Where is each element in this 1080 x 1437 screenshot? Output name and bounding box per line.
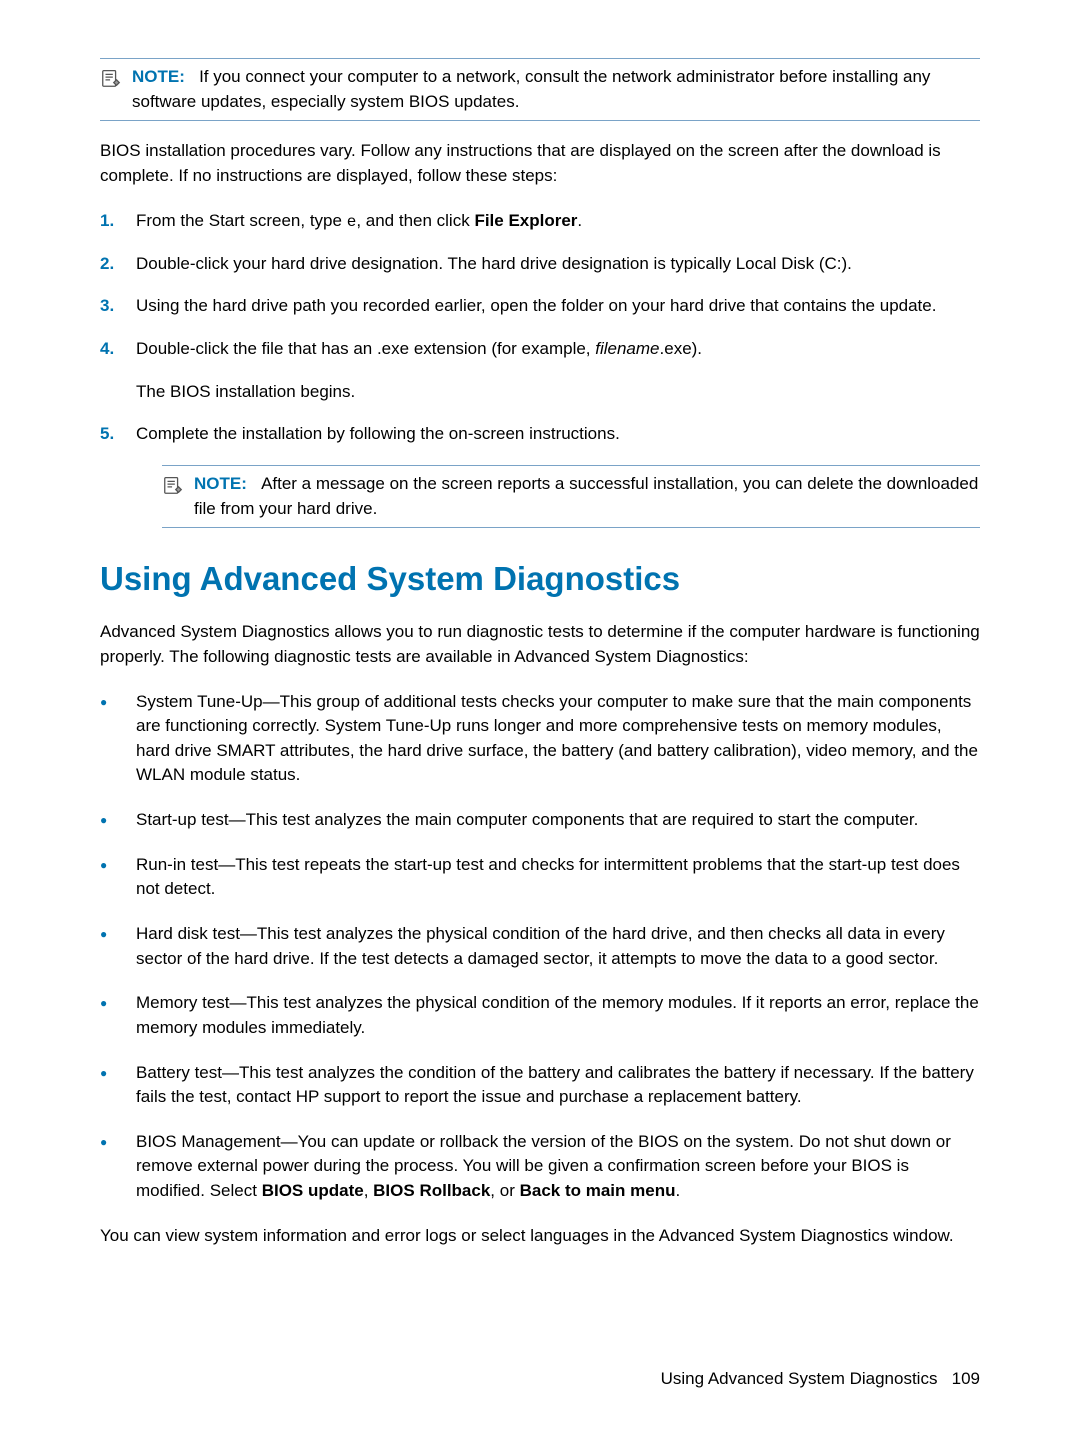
step-1: 1. From the Start screen, type e, and th… (100, 209, 980, 234)
step-number: 4. (100, 337, 118, 404)
section-intro: Advanced System Diagnostics allows you t… (100, 620, 980, 669)
note-icon (162, 472, 188, 521)
note-text: NOTE: After a message on the screen repo… (194, 472, 980, 521)
page-footer: Using Advanced System Diagnostics 109 (661, 1369, 980, 1389)
note-icon (100, 65, 126, 114)
step-text: Using the hard drive path you recorded e… (136, 294, 980, 319)
step-4: 4. Double-click the file that has an .ex… (100, 337, 980, 404)
steps-list: 1. From the Start screen, type e, and th… (100, 209, 980, 447)
note-body: After a message on the screen reports a … (194, 474, 978, 518)
step-3: 3. Using the hard drive path you recorde… (100, 294, 980, 319)
bullet-item: Run-in test—This test repeats the start-… (100, 853, 980, 902)
footer-title: Using Advanced System Diagnostics (661, 1369, 938, 1388)
step-number: 2. (100, 252, 118, 277)
bullet-item: Battery test—This test analyzes the cond… (100, 1061, 980, 1110)
note-label: NOTE: (194, 474, 247, 493)
note-body: If you connect your computer to a networ… (132, 67, 930, 111)
bullet-item: Memory test—This test analyzes the physi… (100, 991, 980, 1040)
bullet-item: Hard disk test—This test analyzes the ph… (100, 922, 980, 971)
bullet-list: System Tune-Up—This group of additional … (100, 690, 980, 1204)
page: NOTE: If you connect your computer to a … (0, 0, 1080, 1437)
note-box-2: NOTE: After a message on the screen repo… (162, 465, 980, 528)
step-sub: The BIOS installation begins. (136, 380, 980, 405)
bullet-item: Start-up test—This test analyzes the mai… (100, 808, 980, 833)
note-box-1: NOTE: If you connect your computer to a … (100, 58, 980, 121)
step-text: Complete the installation by following t… (136, 422, 980, 447)
step-text: Double-click the file that has an .exe e… (136, 337, 980, 404)
bullet-item: System Tune-Up—This group of additional … (100, 690, 980, 789)
footer-page: 109 (952, 1369, 980, 1388)
note-text: NOTE: If you connect your computer to a … (132, 65, 980, 114)
bullet-item-bios: BIOS Management—You can update or rollba… (100, 1130, 980, 1204)
step-number: 3. (100, 294, 118, 319)
step-5: 5. Complete the installation by followin… (100, 422, 980, 447)
intro-paragraph: BIOS installation procedures vary. Follo… (100, 139, 980, 188)
step-text: From the Start screen, type e, and then … (136, 209, 980, 234)
step-2: 2. Double-click your hard drive designat… (100, 252, 980, 277)
closing-paragraph: You can view system information and erro… (100, 1224, 980, 1249)
section-heading: Using Advanced System Diagnostics (100, 560, 980, 598)
step-number: 1. (100, 209, 118, 234)
note-label: NOTE: (132, 67, 185, 86)
step-text: Double-click your hard drive designation… (136, 252, 980, 277)
step-number: 5. (100, 422, 118, 447)
